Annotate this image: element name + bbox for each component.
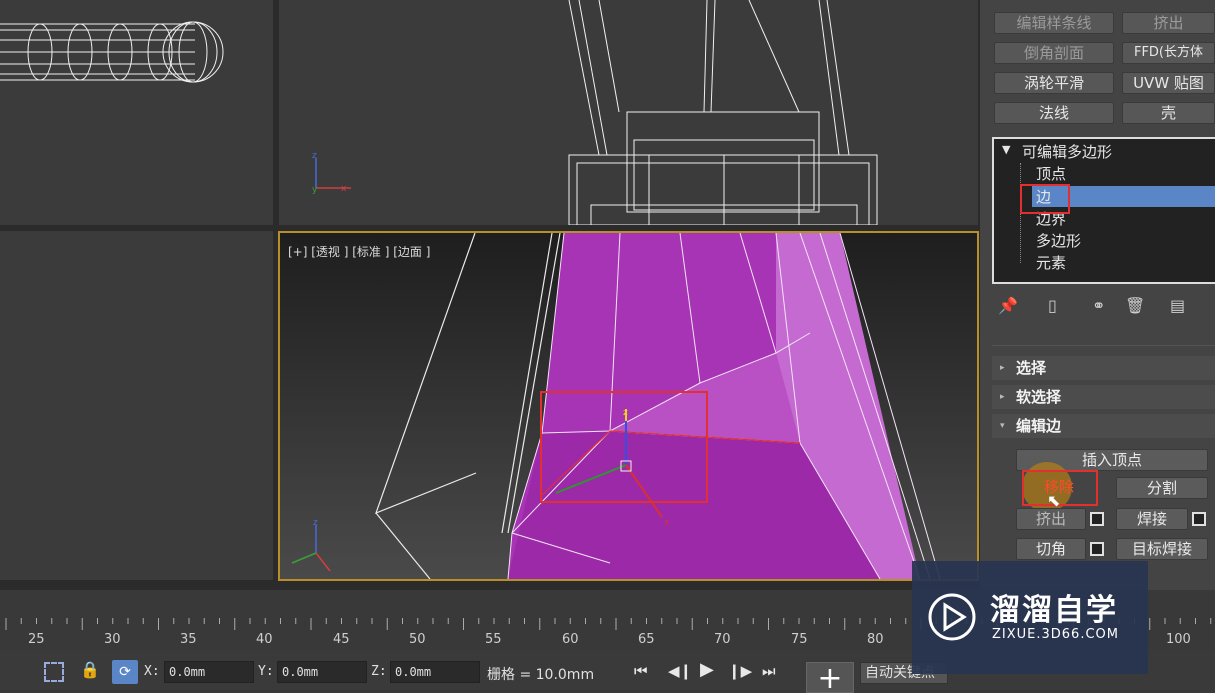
chamfer-settings-icon[interactable] [1090,542,1104,556]
grid-size-text: 栅格 = 10.0mm [487,667,595,683]
app-window: z x y z x z [+] [透视] [标准] [边面] 编辑样条线 … [0,0,1215,693]
lock-icon[interactable]: 🔒 [80,660,100,679]
pin-stack-icon[interactable]: 📌 [998,296,1018,315]
tick-label: 45 [333,632,350,647]
stack-root-item[interactable]: 可编辑多边形 [1022,141,1112,162]
expanded-arrow-icon: ▾ [1000,421,1005,431]
set-key-icon[interactable]: + [806,662,854,693]
rollout-select-label: 选择 [1016,359,1047,377]
modifier-bevel-profile-button[interactable]: 倒角剖面 [994,42,1114,64]
svg-text:z: z [312,151,317,161]
svg-text:x: x [664,518,670,528]
configure-sets-icon[interactable]: ▤ [1170,296,1185,315]
weld-button[interactable]: 焊接 [1116,508,1188,530]
z-label: Z: [371,664,387,679]
show-end-result-icon[interactable]: ▯ [1048,296,1057,315]
wireframe-tube [0,21,224,83]
z-coordinate-field[interactable]: 0.0mm [390,661,480,683]
rollout-edit-edges-label: 编辑边 [1016,417,1062,435]
tick-label: 25 [28,632,45,647]
transform-mode-icon[interactable]: ⟳ [112,660,138,684]
x-coordinate-field[interactable]: 0.0mm [164,661,254,683]
axis-tripod: z [291,518,331,572]
chamfer-button[interactable]: 切角 [1016,538,1086,560]
modifier-shell-button[interactable]: 壳 [1122,102,1215,124]
watermark-title: 溜溜自学 [990,593,1118,628]
highlight-box-gizmo [540,391,708,503]
collapsed-arrow-icon: ▸ [1000,392,1005,402]
viewport-bottom-left[interactable] [0,231,273,580]
tick-label: 35 [180,632,197,647]
extrude-settings-icon[interactable] [1090,512,1104,526]
y-label: Y: [258,664,274,679]
remove-modifier-icon[interactable]: 🗑 [1125,296,1145,315]
tick-label: 30 [104,632,121,647]
watermark-url: ZIXUE.3D66.COM [992,627,1119,642]
highlight-box-edge [1020,184,1070,214]
tick-label: 55 [485,632,502,647]
stack-item-vertex[interactable]: 顶点 [1036,163,1066,184]
watermark-overlay: 溜溜自学 ZIXUE.3D66.COM [912,561,1148,674]
viewport-perspective[interactable]: z x z [+] [透视 ] [标准 ] [边面 ] [278,231,979,581]
play-icon[interactable]: ▶ [700,659,714,680]
svg-text:z: z [313,518,318,528]
next-frame-icon[interactable]: ❙▶ [728,662,752,680]
viewport-label[interactable]: [+] [透视 ] [标准 ] [边面 ] [288,243,430,260]
extrude-edge-button[interactable]: 挤出 [1016,508,1086,530]
modifier-normal-button[interactable]: 法线 [994,102,1114,124]
wireframe-legs: z x y [312,0,878,225]
rollout-edit-edges[interactable]: ▾ 编辑边 [992,414,1215,438]
tick-label: 70 [714,632,731,647]
rollout-soft-select[interactable]: ▸ 软选择 [992,385,1215,409]
tick-label: 50 [409,632,426,647]
stack-expand-arrow-icon[interactable]: ▼ [1002,143,1010,156]
modifier-turbosmooth-button[interactable]: 涡轮平滑 [994,72,1114,94]
tick-label: 40 [256,632,273,647]
viewport-top-left[interactable] [0,0,273,225]
y-coordinate-field[interactable]: 0.0mm [277,661,367,683]
rollout-select[interactable]: ▸ 选择 [992,356,1215,380]
rollout-soft-select-label: 软选择 [1016,388,1062,406]
go-to-start-icon[interactable]: ⏮ [634,662,648,680]
stack-item-element[interactable]: 元素 [1036,252,1066,273]
weld-settings-icon[interactable] [1192,512,1206,526]
tick-label: 80 [867,632,884,647]
tick-label: 65 [638,632,655,647]
modifier-extrude-button[interactable]: 挤出 [1122,12,1215,34]
svg-text:x: x [341,184,347,194]
svg-text:y: y [312,185,318,195]
watermark-logo-icon [928,593,976,641]
stack-item-polygon[interactable]: 多边形 [1036,230,1081,251]
collapsed-arrow-icon: ▸ [1000,363,1005,373]
modifier-stack[interactable]: ▼ 可编辑多边形 顶点 边 边界 多边形 元素 [992,137,1215,284]
modifier-edit-spline-button[interactable]: 编辑样条线 [994,12,1114,34]
selection-lock-icon[interactable] [44,662,64,682]
target-weld-button[interactable]: 目标焊接 [1116,538,1208,560]
previous-frame-icon[interactable]: ◀❙ [668,662,692,680]
make-unique-icon[interactable]: ⚭ [1092,296,1105,315]
tick-label: 100 [1166,632,1191,647]
x-label: X: [144,664,160,679]
split-button[interactable]: 分割 [1116,477,1208,499]
panel-divider [992,345,1215,346]
modifier-ffd-box-button[interactable]: FFD(长方体 [1122,42,1215,64]
viewport-top-right[interactable]: z x y [279,0,978,225]
modifier-uvw-map-button[interactable]: UVW 贴图 [1122,72,1215,94]
tick-label: 60 [562,632,579,647]
go-to-end-icon[interactable]: ⏭ [762,662,776,680]
tick-label: 75 [791,632,808,647]
command-panel: 编辑样条线 挤出 倒角剖面 FFD(长方体 涡轮平滑 UVW 贴图 法线 壳 ▼… [980,0,1215,590]
axis-gizmo-top: z x y [312,151,351,195]
